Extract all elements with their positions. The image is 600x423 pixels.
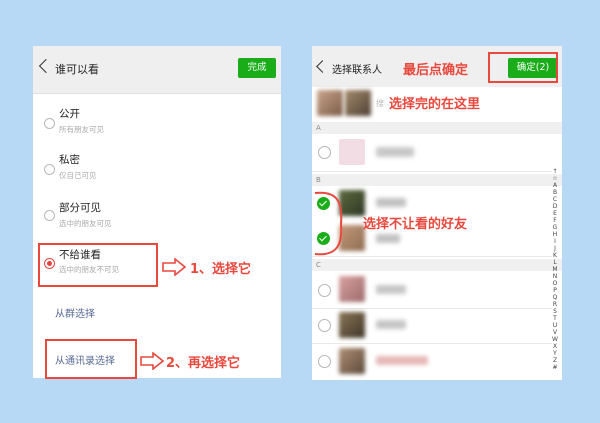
index-letter[interactable]: F [551,217,559,224]
index-letter[interactable]: I [551,238,559,245]
index-letter[interactable]: D [551,203,559,210]
highlight-from-contacts [45,339,137,379]
alphabet-index[interactable]: ↑ ☆ A B C D E F G H I J K L M N O P Q R S T U V W X Y Z # [551,168,561,371]
contact-checkbox[interactable] [318,284,331,297]
contact-checkbox[interactable] [318,319,331,332]
arrow-right-icon [140,351,165,371]
contact-name [376,356,428,365]
radio-public[interactable] [44,118,55,129]
option-private-subtitle: 仅自己可见 [59,171,97,180]
page-title: 谁可以看 [55,63,99,76]
index-letter[interactable]: ☆ [551,175,559,182]
selected-avatar[interactable] [345,90,371,116]
select-from-group-link[interactable]: 从群选择 [55,305,95,320]
radio-private[interactable] [44,164,55,175]
option-public-subtitle: 所有朋友可见 [59,125,104,134]
index-letter[interactable]: L [551,259,559,266]
contact-checkbox[interactable] [318,355,331,368]
divider [312,308,552,309]
section-header-c: C [312,259,562,271]
annotation-step1: 1、选择它 [190,262,252,277]
index-letter[interactable]: B [551,189,559,196]
index-letter[interactable]: O [551,280,559,287]
selected-avatar[interactable] [317,90,343,116]
contact-checkbox[interactable] [318,146,331,159]
section-header-a: A [312,122,562,134]
index-letter[interactable]: P [551,287,559,294]
contact-name [376,234,400,243]
index-letter[interactable]: A [551,182,559,189]
search-input[interactable]: 搜 [376,98,384,109]
annotation-confirm-last: 最后点确定 [403,63,469,78]
option-partial-title[interactable]: 部分可见 [59,200,101,215]
index-letter[interactable]: V [551,329,559,336]
annotation-selected-here: 选择完的在这里 [389,97,481,112]
divider [312,343,552,344]
annotation-hide-friends: 选择不让看的好友 [363,217,468,232]
index-letter[interactable]: R [551,301,559,308]
avatar [339,276,365,302]
index-letter[interactable]: M [551,266,559,273]
index-letter[interactable]: G [551,224,559,231]
index-letter[interactable]: J [551,245,559,252]
divider [312,256,552,257]
highlight-confirm-button [488,52,558,83]
done-button[interactable]: 完成 [238,58,276,78]
divider [312,171,552,172]
index-letter[interactable]: Q [551,294,559,301]
index-letter[interactable]: C [551,196,559,203]
index-letter[interactable]: Y [551,350,559,357]
page-title: 选择联系人 [332,65,382,76]
option-private-title[interactable]: 私密 [59,152,80,167]
contact-name [376,285,406,294]
option-public-title[interactable]: 公开 [59,106,80,121]
index-letter[interactable]: H [551,231,559,238]
index-letter[interactable]: ↑ [551,168,559,175]
option-partial-subtitle: 选中的朋友可见 [59,219,112,228]
index-letter[interactable]: S [551,308,559,315]
index-letter[interactable]: K [551,252,559,259]
radio-partial[interactable] [44,210,55,221]
index-letter[interactable]: T [551,315,559,322]
contact-name [376,198,406,207]
highlight-hide-from-option [38,243,158,287]
contact-name [376,147,414,157]
highlight-selected-friends [312,190,345,258]
index-letter[interactable]: W [551,336,559,343]
contact-name [376,320,406,329]
avatar [339,139,365,165]
index-letter[interactable]: # [551,364,559,371]
index-letter[interactable]: E [551,210,559,217]
index-letter[interactable]: Z [551,357,559,364]
avatar [339,312,365,338]
index-letter[interactable]: N [551,273,559,280]
section-header-b: B [312,174,562,186]
index-letter[interactable]: X [551,343,559,350]
arrow-right-icon [162,257,187,277]
who-can-see-panel: 谁可以看 完成 公开 所有朋友可见 私密 仅自己可见 部分可见 选中的朋友可见 … [33,46,281,378]
index-letter[interactable]: U [551,322,559,329]
annotation-step2: 2、再选择它 [166,356,241,371]
avatar [339,348,365,374]
